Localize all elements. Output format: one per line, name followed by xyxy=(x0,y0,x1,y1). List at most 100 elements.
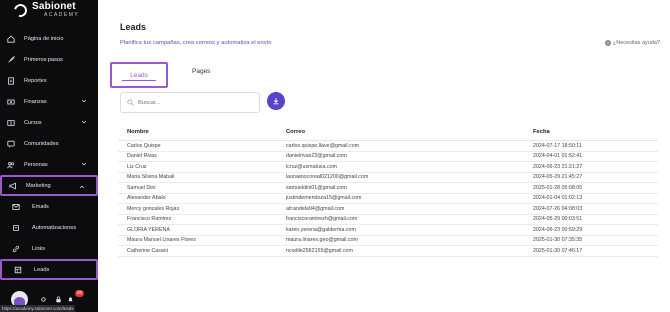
cell-name: Maura Manuel Linares Flores xyxy=(127,237,196,244)
search-input[interactable] xyxy=(138,99,248,106)
notification-badge: 20 xyxy=(75,290,85,297)
rocket-icon xyxy=(7,55,15,64)
sidebar-item-leads[interactable]: Leads xyxy=(0,259,98,280)
chevron-down-icon[interactable] xyxy=(81,119,87,125)
cell-date: 2025-01-30 07:35:35 xyxy=(533,237,583,244)
page-title: Leads xyxy=(120,22,147,32)
finance-icon xyxy=(7,98,15,106)
lock-icon[interactable] xyxy=(55,296,62,303)
leads-icon xyxy=(14,266,22,274)
chevron-up-icon[interactable] xyxy=(79,184,85,190)
table-row[interactable]: Liz Cruz lcruz@usmatusa.com 2024-06-23 21:… xyxy=(118,162,658,173)
sidebar-item-people[interactable]: Personas xyxy=(0,154,98,175)
cell-name: Catherine Casani xyxy=(127,247,168,254)
cell-email: danielrivas23@gmail.com xyxy=(286,153,347,160)
page-subtitle: Planifica tus campañas, crea correos y a… xyxy=(120,40,272,46)
sidebar-item-getting-started[interactable]: Primeros pasos xyxy=(0,49,98,70)
help-label: ¿Necesitas ayuda? xyxy=(612,40,660,46)
table-row[interactable]: Maria Silvina Mabali lauraanocoreal021200… xyxy=(118,173,658,183)
sidebar-item-links[interactable]: Links xyxy=(0,238,98,259)
cell-date: 2024-01-04 01:02:13 xyxy=(533,195,583,202)
report-icon xyxy=(7,76,15,85)
sidebar-item-label: Finanzas xyxy=(24,98,47,105)
cell-name: Carlos Quispe xyxy=(127,142,161,149)
megaphone-icon xyxy=(9,182,17,190)
cell-name: Liz Cruz xyxy=(127,163,147,170)
people-icon xyxy=(7,161,15,169)
cell-email: karen.yerena@galderma.com xyxy=(286,226,356,233)
sidebar-item-automations[interactable]: Automatizaciones xyxy=(0,217,98,238)
tab-leads[interactable]: Leads xyxy=(110,62,168,88)
sidebar-item-label: Emails xyxy=(32,203,49,210)
sidebar-item-home[interactable]: Página de inicio xyxy=(0,28,98,49)
main-content: Leads Planifica tus campañas, crea corre… xyxy=(98,0,670,312)
cell-name: Francisco Ramirez xyxy=(127,216,172,223)
column-header-date[interactable]: Fecha xyxy=(533,129,658,135)
sidebar-item-marketing[interactable]: Marketing xyxy=(0,175,98,196)
cell-date: 2025-01-30 07:46:17 xyxy=(533,247,583,254)
table-row[interactable]: GLORIA YERENA karen.yerena@galderma.com 20… xyxy=(118,225,658,236)
sidebar-item-emails[interactable]: Emails xyxy=(0,196,98,217)
cell-email: afcandela94@gmail.com xyxy=(286,205,345,212)
table-row[interactable]: Maura Manuel Linares Flores maura.linares… xyxy=(118,236,658,246)
cell-name: Daniel Rivas xyxy=(127,153,157,160)
table-row[interactable]: Francisco Ramirez franciscoramirezh@gmail… xyxy=(118,215,658,225)
brand-subtitle: ACADEMY xyxy=(44,12,80,18)
download-icon xyxy=(273,98,279,105)
sidebar-item-label: Automatizaciones xyxy=(32,224,77,231)
tab-pages[interactable]: Pages xyxy=(192,68,210,75)
email-icon xyxy=(12,203,20,211)
settings-icon[interactable] xyxy=(40,296,47,303)
cell-name: Alexander Abalo xyxy=(127,195,166,202)
sidebar-item-label: Comunidades xyxy=(24,140,59,147)
sidebar-footer: 20 https://academy.sabionet.com/leads xyxy=(0,290,98,312)
sidebar-item-label: Reportes xyxy=(24,77,47,84)
sabionet-logo-icon xyxy=(11,1,30,19)
question-icon: ? xyxy=(604,40,611,46)
table-row[interactable]: Samuel Dini samueldini01@gmail.com 2025-01… xyxy=(118,183,658,194)
cell-email: lauraanocoreal021200@gmail.com xyxy=(286,174,369,181)
sidebar-item-communities[interactable]: Comunidades xyxy=(0,133,98,154)
automation-icon xyxy=(12,224,20,232)
column-header-name[interactable]: Nombre xyxy=(118,129,286,135)
sidebar: Sabionet ACADEMY Página de inicio Primer… xyxy=(0,0,98,312)
cell-date: 2024-06-23 00:59:29 xyxy=(533,226,583,233)
search-icon xyxy=(127,99,134,106)
sidebar-item-reports[interactable]: Reportes xyxy=(0,70,98,91)
cell-email: franciscoramirezh@gmail.com xyxy=(286,216,358,223)
sidebar-item-label: Leads xyxy=(34,266,50,273)
sidebar-item-finances[interactable]: Finanzas xyxy=(0,91,98,112)
cell-date: 2024-05-29 00:03:51 xyxy=(533,216,583,223)
cell-date: 2024-04-01 01:52:41 xyxy=(533,153,583,160)
column-header-email[interactable]: Correo xyxy=(286,129,533,135)
search-box[interactable] xyxy=(120,92,260,113)
community-icon xyxy=(7,140,15,148)
cell-email: ncodile2562155@gmail.com xyxy=(286,247,353,254)
chevron-down-icon[interactable] xyxy=(81,98,87,104)
sidebar-nav: Página de inicio Primeros pasos Reportes… xyxy=(0,28,98,280)
table-row[interactable]: Alexander Abalo justindemendoza15@gmail.c… xyxy=(118,194,658,204)
brand-logo[interactable]: Sabionet ACADEMY xyxy=(11,1,80,19)
sidebar-item-label: Página de inicio xyxy=(24,35,64,42)
table-row[interactable]: Mercy gonzales Rojas afcandela94@gmail.co… xyxy=(118,204,658,215)
table-row[interactable]: Catherine Casani ncodile2562155@gmail.com… xyxy=(118,246,658,257)
table-row[interactable]: Carlos Quispe carlos.quispe.llave@gmail.c… xyxy=(118,141,658,152)
cell-email: maura.linares.geo@gmail.com xyxy=(286,237,358,244)
cell-date: 2024-05-29 21:45:27 xyxy=(533,174,583,181)
home-icon xyxy=(7,35,15,43)
leads-table: Nombre Correo Fecha Carlos Quispe carlos.… xyxy=(118,124,658,257)
cell-name: Maria Silvina Mabali xyxy=(127,174,175,181)
cell-email: samueldini01@gmail.com xyxy=(286,184,347,191)
download-button[interactable] xyxy=(267,92,285,110)
help-link[interactable]: ? ¿Necesitas ayuda? xyxy=(604,40,660,46)
cell-name: Samuel Dini xyxy=(127,184,156,191)
table-row[interactable]: Daniel Rivas danielrivas23@gmail.com 2024-… xyxy=(118,152,658,162)
sidebar-item-courses[interactable]: Cursos xyxy=(0,112,98,133)
cell-email: justindemendoza15@gmail.com xyxy=(286,195,362,202)
cell-date: 2025-01-28 05:08:05 xyxy=(533,184,583,191)
chevron-down-icon[interactable] xyxy=(81,161,87,167)
sidebar-item-label: Primeros pasos xyxy=(24,56,63,63)
bell-icon[interactable] xyxy=(67,296,74,303)
cell-date: 2024-07-17 18:50:11 xyxy=(533,142,582,149)
table-header: Nombre Correo Fecha xyxy=(118,124,658,141)
